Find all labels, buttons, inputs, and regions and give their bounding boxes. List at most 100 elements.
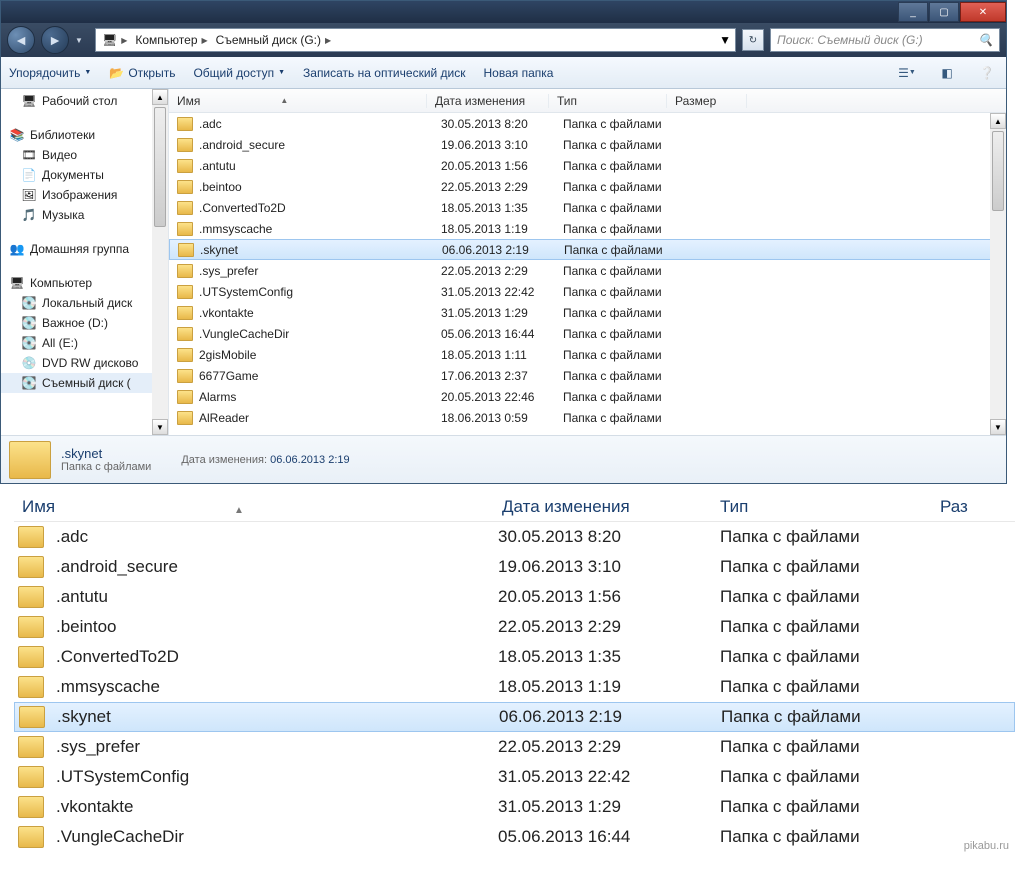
scroll-thumb[interactable] (992, 131, 1004, 211)
file-row[interactable]: Alarms20.05.2013 22:46Папка с файлами (169, 386, 1006, 407)
close-button[interactable]: ✕ (960, 2, 1006, 22)
zoom-file-row[interactable]: .VungleCacheDir05.06.2013 16:44Папка с ф… (14, 822, 1015, 852)
scroll-down-icon[interactable]: ▼ (152, 419, 168, 435)
file-row[interactable]: .adc30.05.2013 8:20Папка с файлами (169, 113, 1006, 134)
zoom-file-row[interactable]: .antutu20.05.2013 1:56Папка с файлами (14, 582, 1015, 612)
details-pane: .skynet Папка с файлами Дата изменения: … (1, 435, 1006, 483)
view-options-button[interactable]: ☰▼ (896, 62, 918, 84)
zoom-file-row[interactable]: .skynet06.06.2013 2:19Папка с файлами (14, 702, 1015, 732)
folder-icon (18, 826, 44, 848)
file-row[interactable]: 6677Game17.06.2013 2:37Папка с файлами (169, 365, 1006, 386)
col-size[interactable]: Размер (667, 94, 747, 108)
file-date: 30.05.2013 8:20 (441, 117, 563, 131)
zoom-col-size[interactable]: Раз (932, 497, 976, 517)
zoom-col-type[interactable]: Тип (712, 497, 932, 517)
drive-icon: 💽 (21, 295, 37, 311)
folder-icon (177, 327, 193, 341)
sidebar-videos[interactable]: 🎞Видео (1, 145, 168, 165)
col-name[interactable]: Имя▲ (169, 94, 427, 108)
zoom-col-name[interactable]: Имя▲ (14, 497, 494, 517)
file-row[interactable]: .beintoo22.05.2013 2:29Папка с файлами (169, 176, 1006, 197)
file-row[interactable]: .UTSystemConfig31.05.2013 22:42Папка с ф… (169, 281, 1006, 302)
minimize-button[interactable]: _ (898, 2, 928, 22)
address-dropdown-icon[interactable]: ▼ (719, 33, 731, 47)
zoom-file-row[interactable]: .mmsyscache18.05.2013 1:19Папка с файлам… (14, 672, 1015, 702)
sidebar-important-d[interactable]: 💽Важное (D:) (1, 313, 168, 333)
file-row[interactable]: .android_secure19.06.2013 3:10Папка с фа… (169, 134, 1006, 155)
zoom-file-row[interactable]: .beintoo22.05.2013 2:29Папка с файлами (14, 612, 1015, 642)
file-name: .android_secure (199, 138, 441, 152)
sidebar-music[interactable]: 🎵Музыка (1, 205, 168, 225)
file-row[interactable]: 2gisMobile18.05.2013 1:11Папка с файлами (169, 344, 1006, 365)
sidebar-localdisk[interactable]: 💽Локальный диск (1, 293, 168, 313)
scroll-up-icon[interactable]: ▲ (990, 113, 1006, 129)
search-placeholder: Поиск: Съемный диск (G:) (777, 33, 923, 47)
file-date: 22.05.2013 2:29 (498, 737, 720, 757)
preview-pane-button[interactable]: ◧ (936, 62, 958, 84)
sidebar-documents[interactable]: 📄Документы (1, 165, 168, 185)
sidebar-libraries[interactable]: 📚Библиотеки (1, 125, 168, 145)
file-type: Папка с файлами (563, 348, 703, 362)
sidebar-scrollbar[interactable]: ▲ ▼ (152, 89, 168, 435)
sidebar-pictures[interactable]: 🖼Изображения (1, 185, 168, 205)
organize-menu[interactable]: Упорядочить▼ (9, 66, 91, 80)
scroll-thumb[interactable] (154, 107, 166, 227)
file-name: .adc (199, 117, 441, 131)
refresh-button[interactable]: ↻ (742, 29, 764, 51)
file-type: Папка с файлами (720, 797, 940, 817)
folder-icon (18, 796, 44, 818)
folder-icon (18, 646, 44, 668)
sidebar-all-e[interactable]: 💽All (E:) (1, 333, 168, 353)
file-row[interactable]: .vkontakte31.05.2013 1:29Папка с файлами (169, 302, 1006, 323)
forward-button[interactable]: ► (41, 26, 69, 54)
crumb-drive[interactable]: Съемный диск (G:)▶ (214, 33, 333, 47)
sidebar-dvdrw[interactable]: 💿DVD RW дисково (1, 353, 168, 373)
file-row[interactable]: .VungleCacheDir05.06.2013 16:44Папка с ф… (169, 323, 1006, 344)
search-input[interactable]: Поиск: Съемный диск (G:) 🔍 (770, 28, 1000, 52)
address-bar[interactable]: 🖥▶ Компьютер▶ Съемный диск (G:)▶ ▼ (95, 28, 736, 52)
file-row[interactable]: AlReader18.06.2013 0:59Папка с файлами (169, 407, 1006, 428)
file-row[interactable]: .sys_prefer22.05.2013 2:29Папка с файлам… (169, 260, 1006, 281)
file-row[interactable]: .antutu20.05.2013 1:56Папка с файлами (169, 155, 1006, 176)
zoom-file-row[interactable]: .android_secure19.06.2013 3:10Папка с фа… (14, 552, 1015, 582)
sidebar-removable[interactable]: 💽Съемный диск ( (1, 373, 168, 393)
open-icon: 📂 (109, 66, 124, 80)
zoom-file-row[interactable]: .adc30.05.2013 8:20Папка с файлами (14, 522, 1015, 552)
new-folder-button[interactable]: Новая папка (484, 66, 554, 80)
main-scrollbar[interactable]: ▲ ▼ (990, 113, 1006, 435)
zoom-file-row[interactable]: .ConvertedTo2D18.05.2013 1:35Папка с фай… (14, 642, 1015, 672)
zoom-file-row[interactable]: .sys_prefer22.05.2013 2:29Папка с файлам… (14, 732, 1015, 762)
file-row[interactable]: .ConvertedTo2D18.05.2013 1:35Папка с фай… (169, 197, 1006, 218)
zoom-file-row[interactable]: .vkontakte31.05.2013 1:29Папка с файлами (14, 792, 1015, 822)
main-panel: Имя▲ Дата изменения Тип Размер .adc30.05… (169, 89, 1006, 435)
nav-history-dropdown[interactable]: ▼ (75, 36, 89, 45)
sidebar-desktop[interactable]: 🖥Рабочий стол (1, 91, 168, 111)
help-button[interactable]: ❔ (976, 62, 998, 84)
crumb-root-icon[interactable]: 🖥▶ (100, 33, 129, 47)
open-button[interactable]: 📂Открыть (109, 66, 175, 80)
sidebar: 🖥Рабочий стол 📚Библиотеки 🎞Видео 📄Докуме… (1, 89, 169, 435)
folder-icon (177, 285, 193, 299)
file-type: Папка с файлами (563, 411, 703, 425)
back-button[interactable]: ◄ (7, 26, 35, 54)
file-type: Папка с файлами (563, 201, 703, 215)
share-menu[interactable]: Общий доступ▼ (193, 66, 285, 80)
file-row[interactable]: .skynet06.06.2013 2:19Папка с файлами (169, 239, 1006, 260)
file-name: Alarms (199, 390, 441, 404)
crumb-computer[interactable]: Компьютер▶ (133, 33, 209, 47)
file-row[interactable]: .mmsyscache18.05.2013 1:19Папка с файлам… (169, 218, 1006, 239)
col-type[interactable]: Тип (549, 94, 667, 108)
scroll-up-icon[interactable]: ▲ (152, 89, 168, 105)
scroll-down-icon[interactable]: ▼ (990, 419, 1006, 435)
zoom-file-row[interactable]: .UTSystemConfig31.05.2013 22:42Папка с ф… (14, 762, 1015, 792)
folder-icon (177, 201, 193, 215)
file-name: .skynet (57, 707, 499, 727)
sidebar-computer[interactable]: 🖥Компьютер (1, 273, 168, 293)
watermark: pikabu.ru (964, 840, 1009, 852)
sidebar-homegroup[interactable]: 👥Домашняя группа (1, 239, 168, 259)
col-date[interactable]: Дата изменения (427, 94, 549, 108)
file-type: Папка с файлами (563, 285, 703, 299)
zoom-col-date[interactable]: Дата изменения (494, 497, 712, 517)
burn-button[interactable]: Записать на оптический диск (303, 66, 466, 80)
maximize-button[interactable]: ▢ (929, 2, 959, 22)
